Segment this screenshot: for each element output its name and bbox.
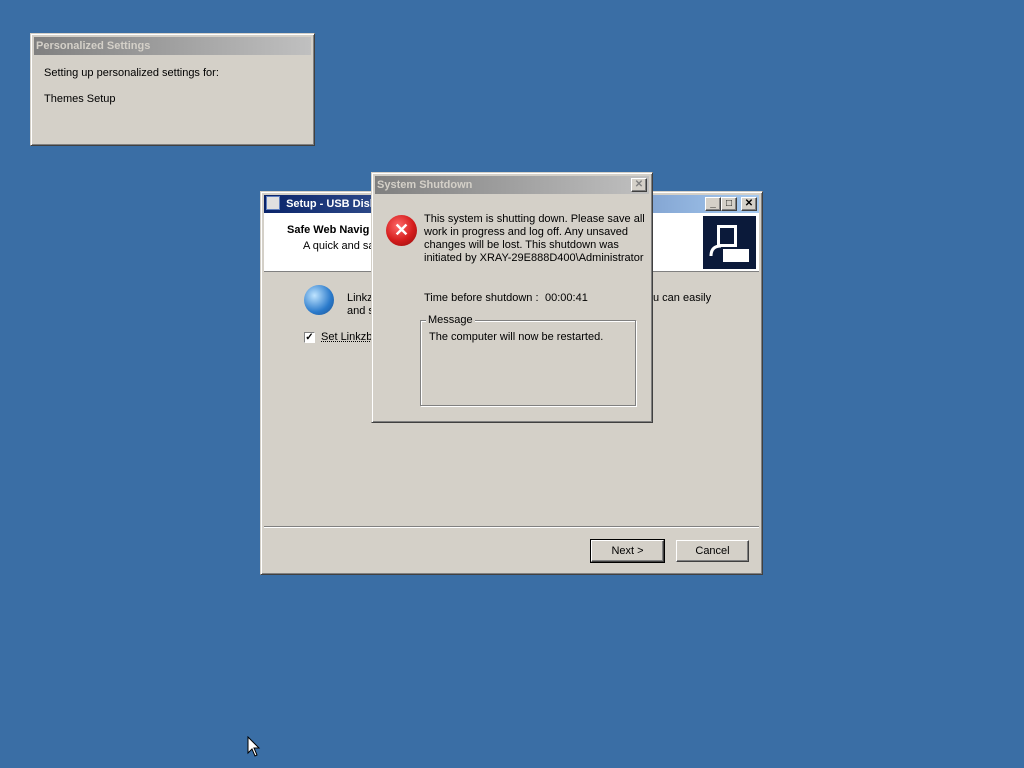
set-linkzb-label[interactable]: Set Linkzb xyxy=(321,331,372,343)
set-linkzb-checkbox[interactable]: ✓ xyxy=(304,332,315,343)
minimize-button[interactable]: _ xyxy=(705,197,721,211)
shutdown-titlebar[interactable]: System Shutdown ✕ xyxy=(375,176,649,194)
setup-body-text-right: u can easily xyxy=(653,292,712,304)
shutdown-close-button[interactable]: ✕ xyxy=(631,178,647,192)
mouse-cursor-icon xyxy=(247,736,261,757)
message-groupbox: Message The computer will now be restart… xyxy=(420,314,636,406)
time-before-shutdown-value: 00:00:41 xyxy=(545,292,588,304)
shutdown-message-line-1: This system is shutting down. Please sav… xyxy=(424,213,645,225)
setup-header-subtitle: A quick and sa xyxy=(303,240,375,252)
shutdown-message-line-3: changes will be lost. This shutdown was xyxy=(424,239,619,251)
personalized-settings-title: Personalized Settings xyxy=(36,40,151,52)
globe-icon xyxy=(304,285,334,315)
system-shutdown-dialog: System Shutdown ✕ ✕ This system is shutt… xyxy=(371,172,653,423)
shutdown-message-line-2: work in progress and log off. Any unsave… xyxy=(424,226,629,238)
message-groupbox-text: The computer will now be restarted. xyxy=(429,331,604,343)
setup-header-title: Safe Web Navig xyxy=(287,224,370,236)
setup-footer-separator xyxy=(264,526,759,528)
error-icon: ✕ xyxy=(386,215,417,246)
personalized-line-1: Setting up personalized settings for: xyxy=(44,67,219,79)
personalized-settings-titlebar[interactable]: Personalized Settings xyxy=(34,37,311,55)
setup-title: Setup - USB Disk xyxy=(286,198,376,210)
personalized-line-2: Themes Setup xyxy=(44,93,116,105)
error-icon-glyph: ✕ xyxy=(393,220,410,240)
maximize-button[interactable]: □ xyxy=(721,197,737,211)
next-button[interactable]: Next > xyxy=(590,539,665,563)
setup-body-text-2: and s xyxy=(347,305,374,317)
time-before-shutdown-label: Time before shutdown : xyxy=(424,292,539,304)
close-button[interactable]: ✕ xyxy=(741,197,757,211)
cancel-button[interactable]: Cancel xyxy=(676,540,749,562)
personalized-settings-window: Personalized Settings Setting up persona… xyxy=(30,33,315,146)
setup-app-icon xyxy=(266,196,280,210)
message-groupbox-label: Message xyxy=(426,314,475,326)
shutdown-message-line-4: initiated by XRAY-29E888D400\Administrat… xyxy=(424,252,644,264)
setup-logo-icon xyxy=(703,216,756,269)
shutdown-title: System Shutdown xyxy=(377,179,473,191)
